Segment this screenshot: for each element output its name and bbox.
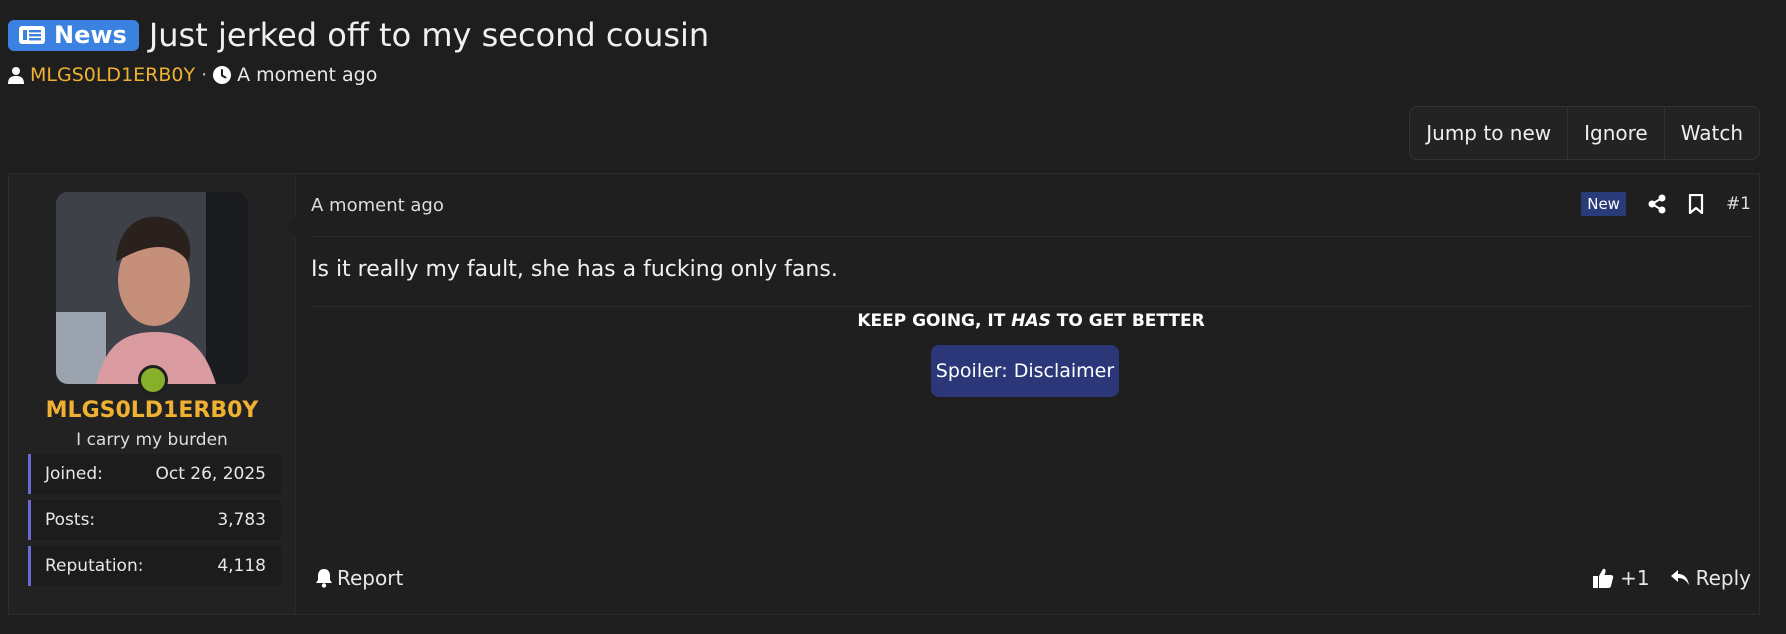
post-body-text: Is it really my fault, she has a fucking… bbox=[311, 257, 838, 282]
stat-value: 4,118 bbox=[217, 556, 266, 576]
thread-author-link[interactable]: MLGS0LD1ERB0Y bbox=[30, 64, 195, 86]
online-status-indicator bbox=[138, 365, 168, 395]
post-header-actions: New #1 bbox=[1581, 192, 1751, 216]
signature-text: KEEP GOING, IT HAS TO GET BETTER bbox=[311, 311, 1751, 331]
report-label: Report bbox=[337, 566, 404, 590]
thread-action-group: Jump to new Ignore Watch bbox=[1409, 106, 1760, 160]
prefix-badge[interactable]: News bbox=[8, 19, 139, 51]
reply-label: Reply bbox=[1695, 566, 1751, 590]
ignore-button[interactable]: Ignore bbox=[1567, 107, 1664, 159]
avatar[interactable] bbox=[56, 192, 248, 384]
thread-time-link[interactable]: A moment ago bbox=[237, 64, 377, 86]
prefix-label: News bbox=[54, 21, 127, 49]
post-footer-actions: +1 Reply bbox=[1592, 566, 1751, 590]
username-link[interactable]: MLGS0LD1ERB0Y bbox=[9, 398, 295, 423]
stat-reputation: Reputation: 4,118 bbox=[28, 546, 281, 586]
bell-icon bbox=[315, 568, 333, 588]
stat-joined: Joined: Oct 26, 2025 bbox=[28, 454, 281, 494]
watch-button[interactable]: Watch bbox=[1663, 107, 1759, 159]
reply-icon bbox=[1670, 569, 1690, 587]
stat-label: Reputation: bbox=[45, 556, 144, 576]
stat-label: Joined: bbox=[45, 464, 103, 484]
stat-value: 3,783 bbox=[217, 510, 266, 530]
stat-label: Posts: bbox=[45, 510, 96, 530]
post-date-link[interactable]: A moment ago bbox=[311, 195, 444, 216]
reaction-count: +1 bbox=[1620, 566, 1650, 590]
signature-divider bbox=[311, 306, 1751, 307]
thread-title: Just jerked off to my second cousin bbox=[148, 16, 710, 54]
user-title: I carry my burden bbox=[76, 430, 228, 450]
like-button[interactable]: +1 bbox=[1592, 566, 1650, 590]
jump-to-new-button[interactable]: Jump to new bbox=[1410, 107, 1567, 159]
stat-posts: Posts: 3,783 bbox=[28, 500, 281, 540]
signature-emphasis: HAS bbox=[1011, 311, 1051, 331]
post-number-link[interactable]: #1 bbox=[1726, 194, 1751, 214]
thread-meta: MLGS0LD1ERB0Y · A moment ago bbox=[8, 64, 377, 86]
user-icon bbox=[8, 66, 24, 84]
share-icon[interactable] bbox=[1648, 194, 1666, 214]
stat-value: Oct 26, 2025 bbox=[155, 464, 267, 484]
thumbs-up-icon bbox=[1592, 567, 1614, 589]
post-message: MLGS0LD1ERB0Y I carry my burden Joined: … bbox=[8, 173, 1760, 615]
thread-title-row: News Just jerked off to my second cousin bbox=[8, 16, 709, 54]
bookmark-icon[interactable] bbox=[1688, 194, 1704, 214]
signature-before: KEEP GOING, IT bbox=[857, 311, 1012, 331]
post-main: A moment ago New #1 Is it really my faul… bbox=[311, 174, 1751, 614]
signature-after: TO GET BETTER bbox=[1050, 311, 1205, 331]
reply-button[interactable]: Reply bbox=[1670, 566, 1751, 590]
spoiler-button[interactable]: Spoiler: Disclaimer bbox=[931, 345, 1119, 397]
post-arrow bbox=[286, 214, 298, 238]
newspaper-icon bbox=[18, 25, 46, 45]
report-button[interactable]: Report bbox=[315, 566, 403, 590]
avatar-image bbox=[56, 192, 248, 384]
divider bbox=[311, 236, 1751, 237]
meta-separator: · bbox=[201, 64, 208, 86]
new-badge: New bbox=[1581, 192, 1626, 216]
post-user-sidebar: MLGS0LD1ERB0Y I carry my burden Joined: … bbox=[9, 174, 296, 614]
clock-icon bbox=[213, 66, 232, 84]
